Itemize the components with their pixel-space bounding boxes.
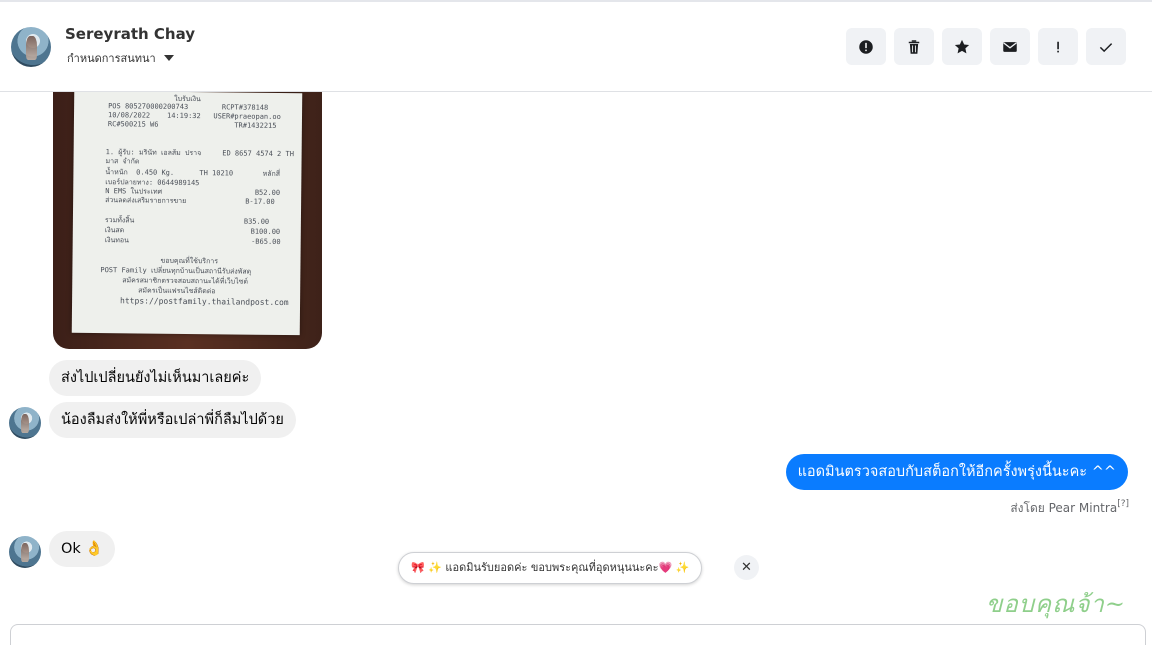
alert-circle-icon xyxy=(859,39,873,54)
thank-you-sticker: ขอบคุณจ้า~ xyxy=(985,590,1126,618)
star-button[interactable] xyxy=(942,28,982,65)
report-button[interactable] xyxy=(846,28,886,65)
receipt-line: เงินทอน -B65.00 xyxy=(104,236,281,246)
trash-icon xyxy=(908,39,920,54)
star-icon xyxy=(954,39,970,53)
caret-down-icon xyxy=(163,55,174,61)
message-thread: ใบรับเงิน POS 805270000200743 RCPT#37814… xyxy=(0,92,1152,645)
conversation-header: Sereyrath Chay กำหนดการสนทนา xyxy=(0,2,1152,92)
done-button[interactable] xyxy=(1086,28,1126,65)
contact-name[interactable]: Sereyrath Chay xyxy=(65,25,195,43)
message-bubble-incoming[interactable]: ส่งไปเปลี่ยนยังไม่เห็นมาเลยค่ะ xyxy=(49,360,262,396)
receipt-line: https://postfamily.thailandpost.com xyxy=(120,296,289,308)
sent-by-text: ส่งโดย Pear Mintra xyxy=(1010,501,1118,515)
quick-reply-chip[interactable]: 🎀 ✨ แอดมินรับยอดค่ะ ขอบพระคุณที่อุดหนุนน… xyxy=(398,552,703,584)
receipt-line: POS 805270000200743 RCPT#378148 xyxy=(108,102,269,112)
contact-avatar-small xyxy=(9,407,41,439)
message-composer[interactable] xyxy=(10,624,1146,645)
envelope-icon xyxy=(1003,41,1017,52)
contact-avatar-small xyxy=(9,536,41,568)
receipt-paper: ใบรับเงิน POS 805270000200743 RCPT#37814… xyxy=(71,92,303,336)
message-bubble-outgoing[interactable]: แอดมินตรวจสอบกับสต็อกให้อีกครั้งพรุ่งนี้… xyxy=(785,454,1128,490)
help-link[interactable]: [?] xyxy=(1117,499,1129,509)
message-bubble-incoming[interactable]: Ok 👌 xyxy=(49,531,116,567)
check-icon xyxy=(1099,42,1113,52)
sent-by-label: ส่งโดย Pear Mintra[?] xyxy=(1010,499,1129,518)
header-actions xyxy=(846,28,1126,65)
mark-unread-button[interactable] xyxy=(990,28,1030,65)
exclamation-icon xyxy=(1057,41,1059,52)
assign-conversation-dropdown[interactable]: กำหนดการสนทนา xyxy=(67,49,174,67)
receipt-line: RC#500215 W6 TR#1432215 xyxy=(107,120,277,130)
close-icon[interactable]: ✕ xyxy=(734,555,759,580)
assign-label: กำหนดการสนทนา xyxy=(67,52,156,65)
delete-button[interactable] xyxy=(894,28,934,65)
important-button[interactable] xyxy=(1038,28,1078,65)
receipt-line: มาส จำกัด xyxy=(105,157,140,166)
contact-avatar[interactable] xyxy=(11,27,51,67)
message-bubble-incoming[interactable]: น้องลืมส่งให้พี่หรือเปล่าพี่ก็ลืมไปด้วย xyxy=(49,402,296,438)
receipt-line: ส่วนลดส่งเสริมรายการขาย B-17.00 xyxy=(105,196,275,206)
receipt-photo[interactable]: ใบรับเงิน POS 805270000200743 RCPT#37814… xyxy=(53,92,322,349)
receipt-line: สมัครเป็นแฟรนไชส์ติดต่อ xyxy=(138,286,216,296)
